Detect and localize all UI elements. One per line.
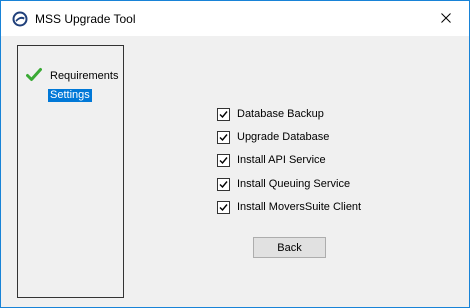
check-icon [26,67,42,83]
app-logo-icon [12,11,28,27]
install-queuing-service-label: Install Queuing Service [237,177,351,190]
close-icon [441,12,451,26]
database-backup-checkbox[interactable] [217,108,230,121]
close-button[interactable] [423,1,469,36]
install-api-service-checkbox[interactable] [217,154,230,168]
app-window: MSS Upgrade Tool Requirements Settings D… [0,0,470,308]
install-api-service-label: Install API Service [237,154,326,167]
upgrade-database-checkbox[interactable] [217,131,230,145]
upgrade-database-label: Upgrade Database [237,131,330,144]
install-moverssuite-client-label: Install MoversSuite Client [237,200,362,213]
step-settings: Settings [48,89,92,102]
steps-panel: Requirements Settings [17,45,124,298]
step-requirements-label: Requirements [50,70,119,82]
window-title: MSS Upgrade Tool [35,12,136,26]
back-button[interactable]: Back [253,237,326,258]
database-backup-label: Database Backup [237,108,324,120]
install-queuing-service-checkbox[interactable] [217,177,230,191]
client-area: Requirements Settings Database Backup Up… [1,36,469,307]
install-moverssuite-client-checkbox[interactable] [217,200,230,214]
title-bar[interactable]: MSS Upgrade Tool [1,1,469,36]
